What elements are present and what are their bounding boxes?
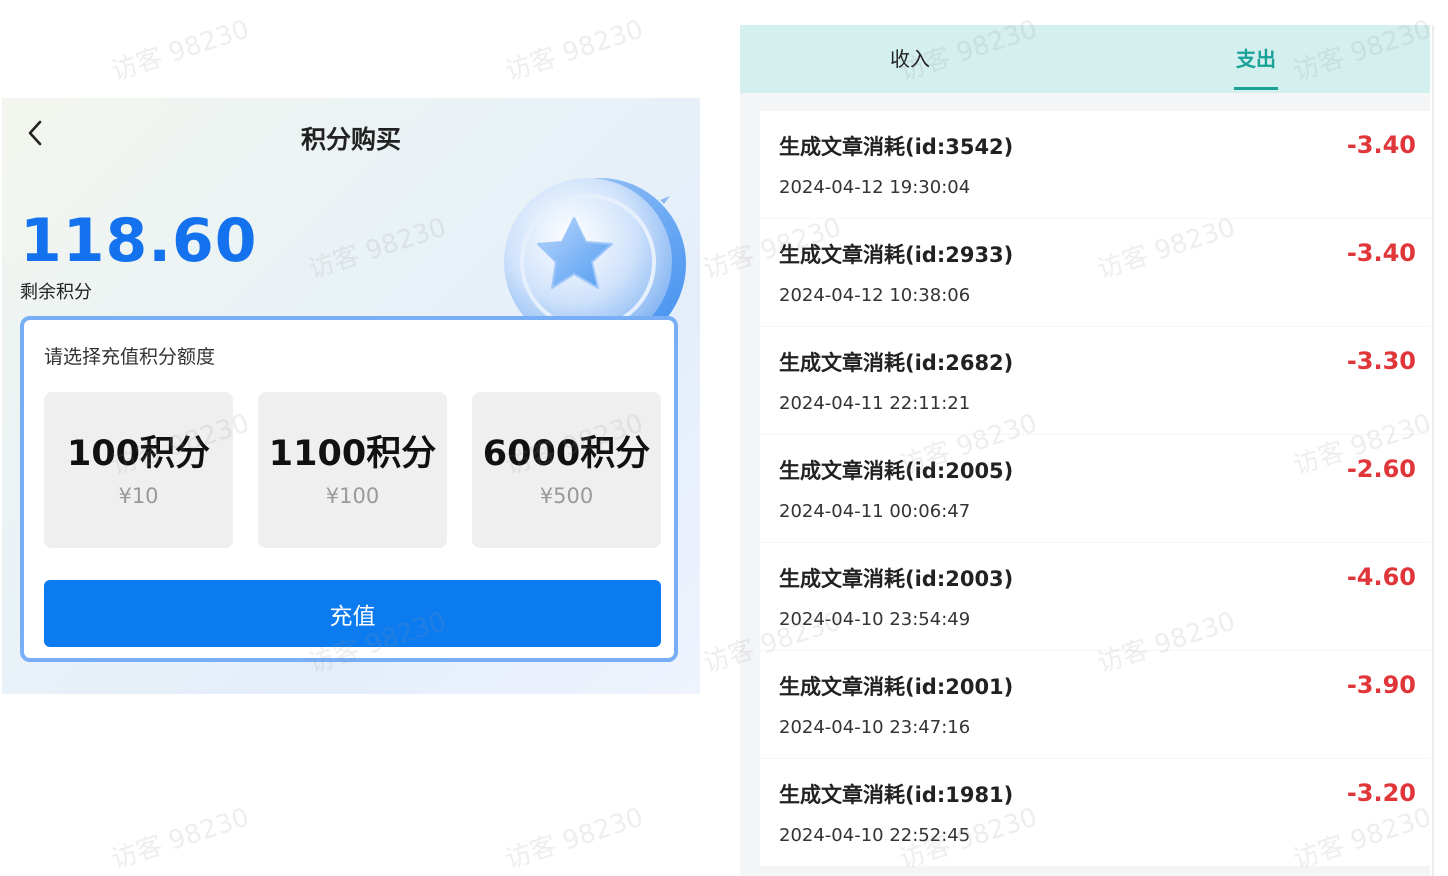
record-title: 生成文章消耗(id:2682) (779, 351, 1014, 375)
option-price: ¥10 (118, 484, 159, 508)
list-item: 生成文章消耗(id:1981) 2024-04-10 22:52:45 -3.2… (760, 759, 1430, 866)
recharge-hint: 请选择充值积分额度 (44, 346, 216, 368)
star-coin-icon (492, 176, 692, 350)
option-points: 100积分 (66, 434, 211, 474)
record-title: 生成文章消耗(id:2933) (779, 243, 1014, 267)
record-title: 生成文章消耗(id:1981) (779, 783, 1014, 807)
record-time: 2024-04-12 19:30:04 (779, 177, 971, 198)
recharge-button[interactable]: 充值 (44, 580, 661, 647)
tab-expense[interactable]: 支出 (1136, 25, 1376, 93)
record-time: 2024-04-10 22:52:45 (779, 825, 971, 846)
recharge-card: 请选择充值积分额度 100积分 ¥10 1100积分 ¥100 6000积分 ¥… (20, 316, 678, 662)
points-balance: 118.60 (20, 206, 258, 276)
record-amount: -3.40 (1346, 131, 1416, 159)
record-time: 2024-04-10 23:54:49 (779, 609, 971, 630)
record-title: 生成文章消耗(id:2001) (779, 675, 1014, 699)
panel-edge-divider (1432, 25, 1434, 876)
record-amount: -3.20 (1346, 779, 1416, 807)
option-6000-points[interactable]: 6000积分 ¥500 (472, 392, 661, 548)
record-title: 生成文章消耗(id:2005) (779, 459, 1014, 483)
option-1100-points[interactable]: 1100积分 ¥100 (258, 392, 447, 548)
watermark: 访客 98230 (501, 14, 647, 88)
active-tab-indicator (1234, 87, 1278, 90)
record-time: 2024-04-11 22:11:21 (779, 393, 971, 414)
record-title: 生成文章消耗(id:2003) (779, 567, 1014, 591)
watermark: 访客 98230 (107, 14, 253, 88)
option-points: 6000积分 (482, 434, 651, 474)
record-time: 2024-04-12 10:38:06 (779, 285, 971, 306)
points-balance-label: 剩余积分 (20, 282, 92, 303)
points-purchase-panel: 积分购买 118.60 剩余积分 请选择充值积分额度 100积分 ¥10 110… (2, 98, 700, 694)
option-price: ¥100 (325, 484, 380, 508)
option-points: 1100积分 (268, 434, 437, 474)
list-item: 生成文章消耗(id:2933) 2024-04-12 10:38:06 -3.4… (760, 219, 1430, 326)
list-item: 生成文章消耗(id:2005) 2024-04-11 00:06:47 -2.6… (760, 435, 1430, 542)
record-time: 2024-04-10 23:47:16 (779, 717, 971, 738)
watermark: 访客 98230 (107, 802, 253, 876)
record-title: 生成文章消耗(id:3542) (779, 135, 1014, 159)
record-amount: -3.30 (1346, 347, 1416, 375)
list-item: 生成文章消耗(id:2003) 2024-04-10 23:54:49 -4.6… (760, 543, 1430, 650)
watermark: 访客 98230 (501, 802, 647, 876)
tab-bar: 收入 支出 (740, 25, 1430, 93)
record-amount: -4.60 (1346, 563, 1416, 591)
record-time: 2024-04-11 00:06:47 (779, 501, 971, 522)
list-item: 生成文章消耗(id:2001) 2024-04-10 23:47:16 -3.9… (760, 651, 1430, 758)
page-title: 积分购买 (300, 125, 401, 154)
option-100-points[interactable]: 100积分 ¥10 (44, 392, 233, 548)
list-item: 生成文章消耗(id:2682) 2024-04-11 22:11:21 -3.3… (760, 327, 1430, 434)
tab-income[interactable]: 收入 (790, 25, 1030, 93)
record-amount: -3.90 (1346, 671, 1416, 699)
record-amount: -2.60 (1346, 455, 1416, 483)
record-amount: -3.40 (1346, 239, 1416, 267)
option-price: ¥500 (539, 484, 594, 508)
points-records-panel: 收入 支出 生成文章消耗(id:3542) 2024-04-12 19:30:0… (740, 25, 1430, 876)
list-item: 生成文章消耗(id:3542) 2024-04-12 19:30:04 -3.4… (760, 111, 1430, 218)
